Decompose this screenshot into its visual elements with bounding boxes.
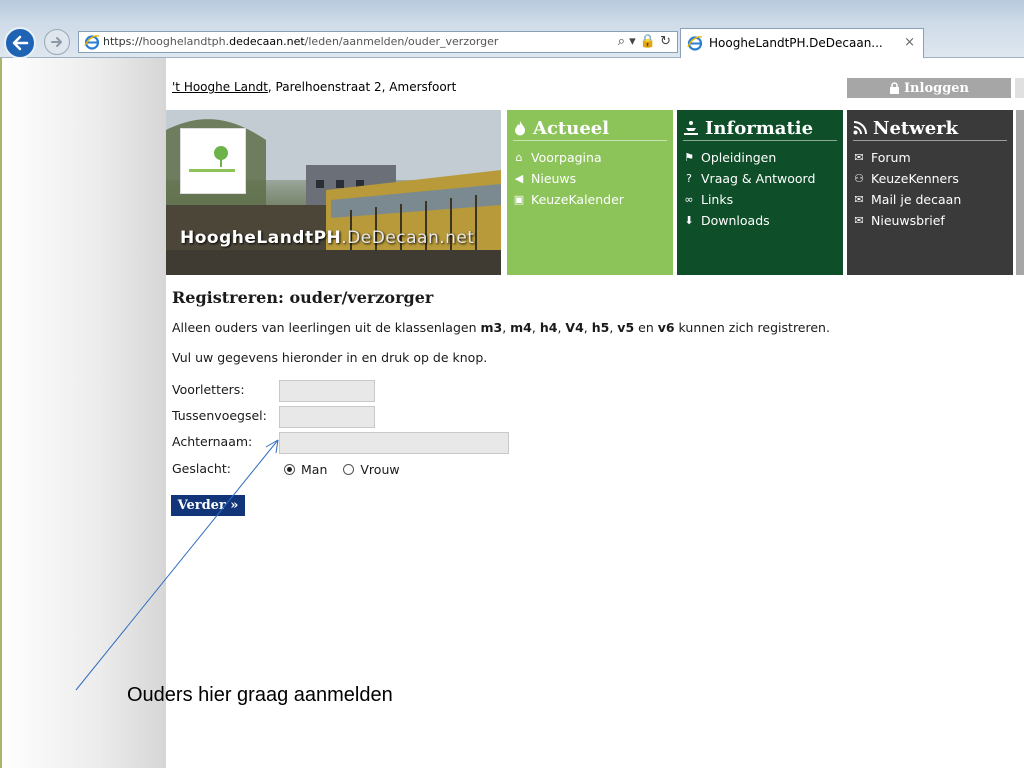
menu-item-keuzekenners[interactable]: ⚇ KeuzeKenners (853, 168, 1007, 189)
verder-button[interactable]: Verder » (171, 495, 245, 516)
arrow-right-icon (51, 37, 62, 47)
radio-man[interactable] (284, 464, 295, 475)
school-link[interactable]: 't Hooghe Landt (172, 80, 268, 94)
menu-item-voorpagina[interactable]: ⌂ Voorpagina (513, 147, 667, 168)
toolbar-sliver (1015, 78, 1024, 98)
ie-icon (84, 35, 100, 50)
menu-netwerk-heading[interactable]: Netwerk (853, 116, 1007, 141)
url-text[interactable]: https://hooghelandtph.dedecaan.net/leden… (103, 35, 498, 48)
menu-item-mail-decaan[interactable]: ✉ Mail je decaan (853, 189, 1007, 210)
menu-netwerk: Netwerk ✉ Forum ⚇ KeuzeKenners ✉ Mail je de… (847, 110, 1013, 275)
voorletters-label: Voorletters: (172, 382, 245, 397)
mail-icon: ✉ (854, 193, 864, 206)
tab-close-icon[interactable]: × (904, 35, 915, 50)
site-topline: 't Hooghe Landt, Parelhoenstraat 2, Amer… (166, 72, 1024, 102)
radio-man-label: Man (301, 462, 328, 477)
login-button[interactable]: Inloggen (847, 78, 1011, 98)
menu-item-forum[interactable]: ✉ Forum (853, 147, 1007, 168)
banner-site-name: HoogheLandtPH.DeDecaan.net (180, 228, 475, 248)
left-gutter-edge (0, 58, 2, 768)
flame-icon (515, 121, 525, 136)
menu-item-keuzekalender[interactable]: ▣ KeuzeKalender (513, 189, 667, 210)
ie-tab-icon (687, 36, 703, 51)
lock-icon (889, 82, 899, 94)
page-title: Registreren: ouder/verzorger (172, 288, 434, 307)
school-logo (180, 128, 246, 194)
site-banner[interactable]: HoogheLandtPH.DeDecaan.net (166, 110, 501, 275)
school-address-text: , Parelhoenstraat 2, Amersfoort (267, 80, 457, 94)
question-icon: ? (686, 172, 692, 185)
radio-vrouw[interactable] (343, 464, 355, 475)
users-icon: ⚇ (854, 172, 864, 185)
menu-item-links[interactable]: ∞ Links (683, 189, 837, 210)
geslacht-label: Geslacht: (172, 461, 231, 476)
achternaam-label: Achternaam: (172, 434, 253, 449)
geslacht-radio-group: Man Vrouw (284, 462, 400, 477)
tussenvoegsel-label: Tussenvoegsel: (172, 408, 267, 423)
tree-logo-icon (189, 146, 235, 172)
left-gutter (0, 58, 166, 768)
menu-actueel-heading[interactable]: Actueel (513, 116, 667, 141)
browser-tab[interactable]: HoogheLandtPH.DeDecaan... × (680, 28, 924, 58)
link-icon: ∞ (684, 193, 694, 206)
intro-text: Alleen ouders van leerlingen uit de klas… (172, 320, 830, 335)
menu-item-vraag-antwoord[interactable]: ? Vraag & Antwoord (683, 168, 837, 189)
radio-vrouw-label: Vrouw (360, 462, 400, 477)
download-icon: ⬇ (684, 214, 694, 227)
sign-icon: ⚑ (684, 151, 694, 164)
tab-title: HoogheLandtPH.DeDecaan... (709, 36, 883, 50)
menu-actueel: Actueel ⌂ Voorpagina ◀ Nieuws ▣ KeuzeKalend… (507, 110, 673, 275)
achternaam-field[interactable] (279, 432, 509, 454)
address-bar-icons[interactable]: ⌕ ▾ 🔒 ↻ (618, 34, 671, 49)
login-label: Inloggen (903, 80, 970, 96)
forward-button[interactable] (44, 29, 70, 55)
instruction-text: Vul uw gegevens hieronder in en druk op … (172, 350, 488, 365)
menu-informatie-heading[interactable]: Informatie (683, 116, 837, 141)
chat-icon: ✉ (854, 151, 864, 164)
menu-sliver (1016, 110, 1024, 275)
podium-icon (684, 121, 698, 135)
megaphone-icon: ◀ (514, 172, 524, 185)
home-icon: ⌂ (515, 151, 523, 164)
menu-item-downloads[interactable]: ⬇ Downloads (683, 210, 837, 231)
rss-icon (853, 121, 867, 135)
annotation-text: Ouders hier graag aanmelden (127, 684, 393, 706)
voorletters-field[interactable] (279, 380, 375, 402)
menu-item-nieuwsbrief[interactable]: ✉ Nieuwsbrief (853, 210, 1007, 231)
tussenvoegsel-field[interactable] (279, 406, 375, 428)
menu-informatie: Informatie ⚑ Opleidingen ? Vraag & Antwoor… (677, 110, 843, 275)
menu-item-nieuws[interactable]: ◀ Nieuws (513, 168, 667, 189)
calendar-icon: ▣ (513, 193, 525, 206)
back-button[interactable] (4, 27, 36, 59)
school-address: 't Hooghe Landt, Parelhoenstraat 2, Amer… (172, 80, 456, 94)
arrow-left-icon (12, 35, 29, 51)
menu-item-opleidingen[interactable]: ⚑ Opleidingen (683, 147, 837, 168)
newsletter-icon: ✉ (854, 214, 864, 227)
address-bar[interactable]: https://hooghelandtph.dedecaan.net/leden… (78, 31, 678, 53)
